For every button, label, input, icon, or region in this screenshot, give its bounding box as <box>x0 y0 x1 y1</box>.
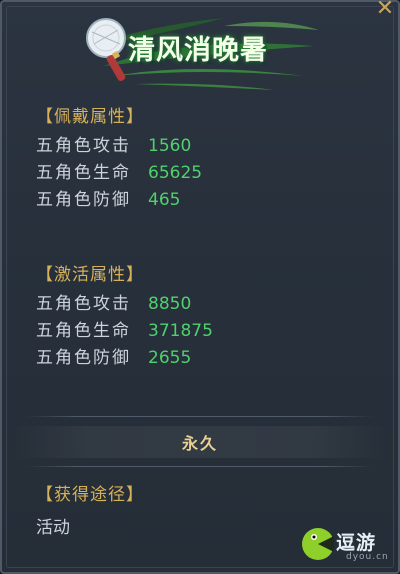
attribute-label: 五角色生命 <box>36 163 131 183</box>
watermark: 逗游 dyou.cn <box>298 524 398 570</box>
attribute-label: 五角色防御 <box>36 348 131 368</box>
active-attributes-section: 【激活属性】 五角色攻击 8850 五角色生命 371875 五角色防御 2655 <box>36 260 213 372</box>
attribute-row: 五角色攻击 8850 <box>36 291 213 318</box>
attribute-row: 五角色防御 2655 <box>36 345 213 372</box>
close-icon[interactable]: ✕ <box>374 0 396 20</box>
watermark-logo-icon <box>302 528 334 560</box>
active-attributes-heading: 【激活属性】 <box>36 265 144 285</box>
obtain-value: 活动 <box>36 518 70 538</box>
obtain-heading: 【获得途径】 <box>36 485 144 505</box>
attribute-label: 五角色攻击 <box>36 136 131 156</box>
attribute-value: 65625 <box>148 163 203 183</box>
watermark-url: dyou.cn <box>346 552 389 562</box>
attribute-label: 五角色生命 <box>36 321 131 341</box>
attribute-row: 五角色生命 371875 <box>36 318 213 345</box>
item-tooltip-panel: ✕ 清风消晚暑 【佩戴属性】 五角色攻击 1560 五角色生命 65625 五角… <box>0 0 400 574</box>
attribute-value: 1560 <box>148 136 192 156</box>
attribute-row: 五角色防御 465 <box>36 187 202 214</box>
attribute-row: 五角色生命 65625 <box>36 160 202 187</box>
attribute-label: 五角色防御 <box>36 190 131 210</box>
attribute-row: 五角色攻击 1560 <box>36 133 202 160</box>
attribute-value: 371875 <box>148 321 213 341</box>
divider <box>26 416 374 417</box>
attribute-label: 五角色攻击 <box>36 294 131 314</box>
attribute-value: 2655 <box>148 348 192 368</box>
worn-attributes-heading: 【佩戴属性】 <box>36 107 144 127</box>
attribute-value: 8850 <box>148 294 192 314</box>
watermark-text: 逗游 <box>336 532 377 554</box>
item-title: 清风消晚暑 <box>128 35 268 66</box>
obtain-section: 【获得途径】 活动 <box>36 480 144 538</box>
title-banner: 清风消晚暑 <box>74 6 324 92</box>
divider <box>26 466 374 467</box>
worn-attributes-section: 【佩戴属性】 五角色攻击 1560 五角色生命 65625 五角色防御 465 <box>36 102 202 214</box>
attribute-value: 465 <box>148 190 181 210</box>
duration-label: 永久 <box>181 434 218 453</box>
